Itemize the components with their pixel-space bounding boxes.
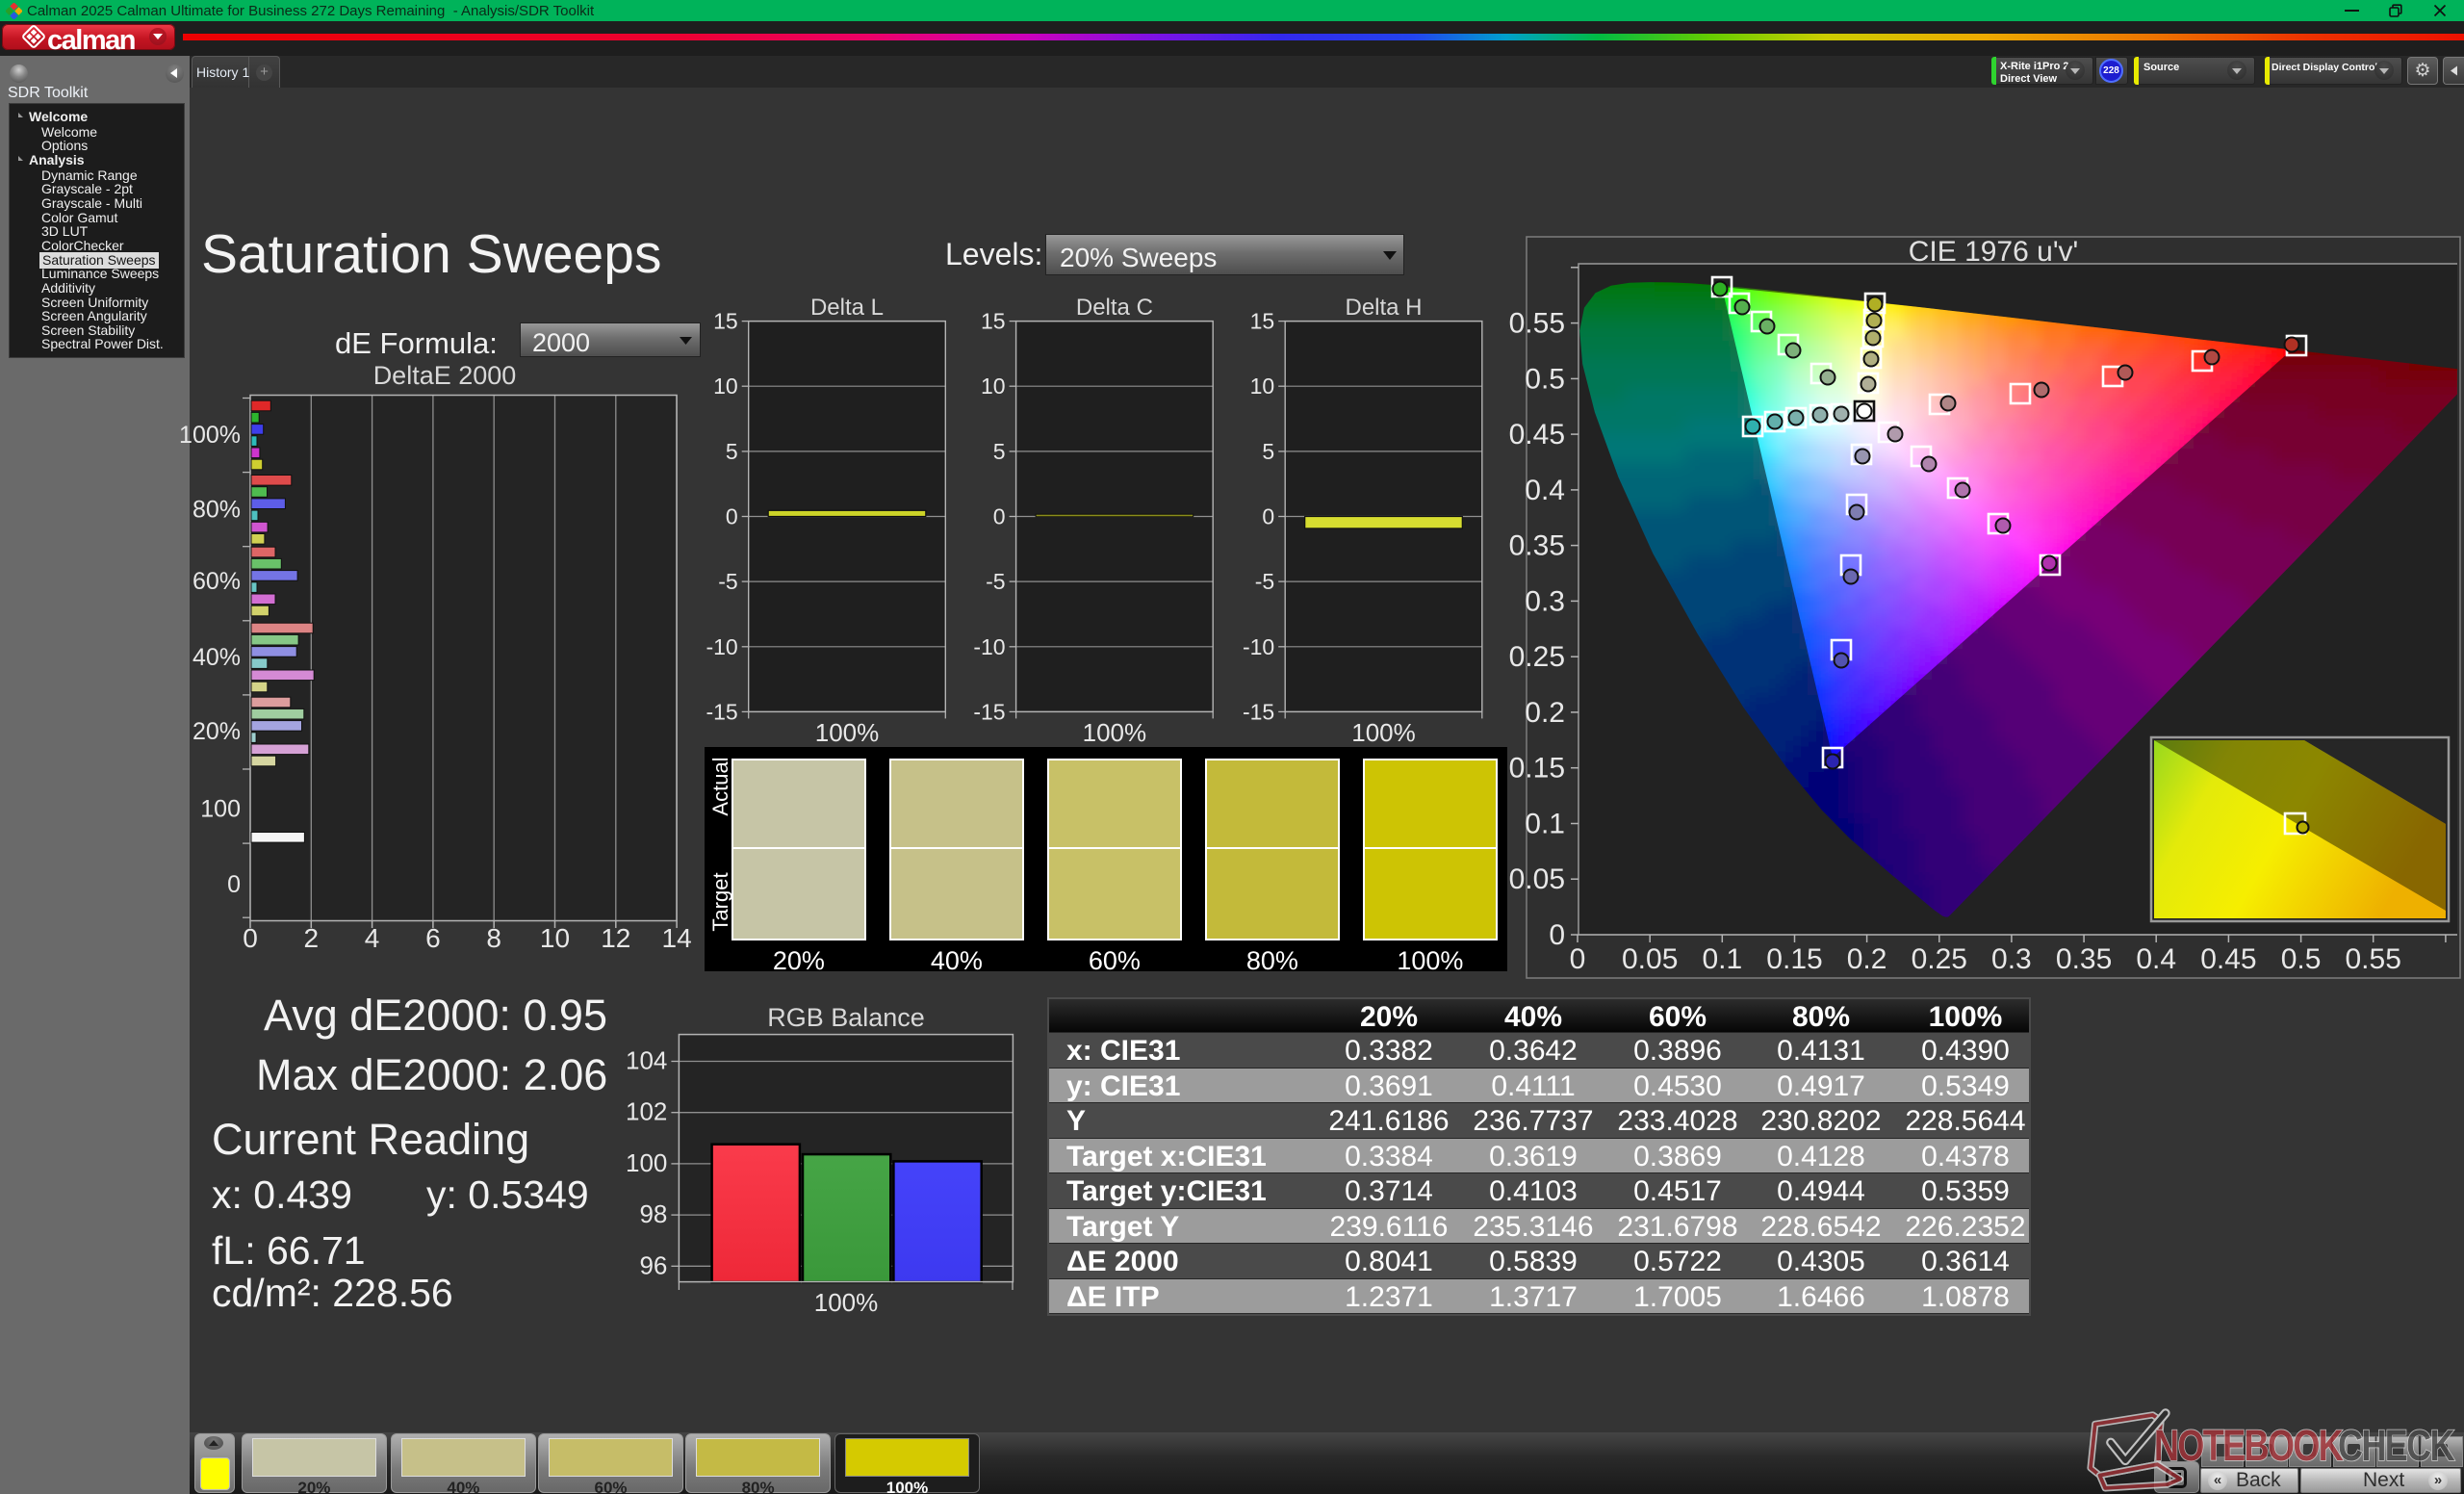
svg-text:98: 98 xyxy=(639,1199,667,1228)
svg-text:102: 102 xyxy=(626,1097,667,1126)
svg-text:NOTEBOOK: NOTEBOOK xyxy=(2154,1421,2344,1470)
svg-text:100%: 100% xyxy=(814,1288,879,1317)
svg-text:RGB Balance: RGB Balance xyxy=(767,1003,925,1032)
svg-text:96: 96 xyxy=(639,1250,667,1279)
svg-text:100: 100 xyxy=(626,1148,667,1177)
svg-text:CHECK: CHECK xyxy=(2338,1421,2455,1470)
svg-text:104: 104 xyxy=(626,1046,667,1075)
